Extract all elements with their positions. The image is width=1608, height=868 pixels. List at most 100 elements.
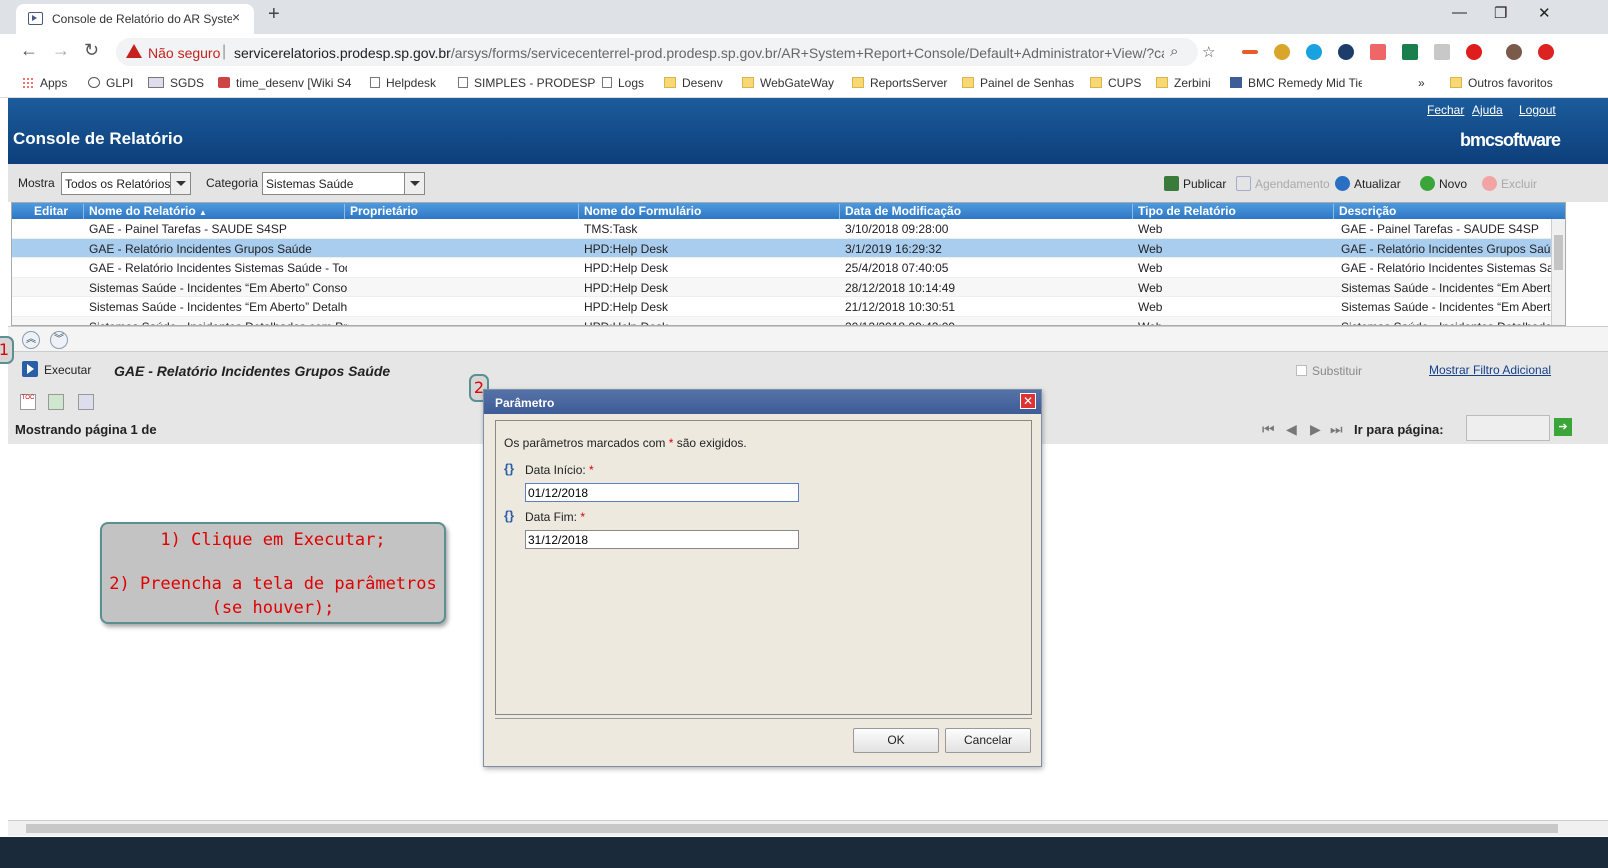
previous-page-icon[interactable]: ◀ <box>1286 421 1297 438</box>
scrollbar-thumb[interactable] <box>1554 235 1563 270</box>
category-select[interactable]: Sistemas Saúde <box>262 172 425 195</box>
last-page-icon[interactable]: ⏭ <box>1330 421 1343 438</box>
bookmark-apps[interactable]: Apps <box>22 76 67 90</box>
column-header-form[interactable]: Nome do Formulário <box>578 204 701 219</box>
bookmark-desenv[interactable]: Desenv <box>664 76 723 90</box>
instruction-step-2-note: (se houver); <box>211 598 335 618</box>
replace-checkbox[interactable] <box>1296 365 1307 376</box>
column-header-name[interactable]: Nome do Relatório ▲ <box>83 204 207 219</box>
extension-check-icon[interactable] <box>1274 44 1290 60</box>
bookmark-wiki[interactable]: time_desenv [Wiki S4 <box>218 76 351 90</box>
table-row[interactable]: Sistemas Saúde - Incidentes Detalhados c… <box>12 316 1552 325</box>
go-arrow-icon[interactable]: ➔ <box>1554 418 1572 436</box>
refresh-button[interactable]: Atualizar <box>1335 176 1401 191</box>
folder-icon <box>1450 77 1462 88</box>
publish-icon <box>1164 176 1179 191</box>
end-date-input[interactable] <box>525 530 799 549</box>
extension-play-icon[interactable] <box>1370 44 1386 60</box>
export-icon[interactable] <box>48 394 64 410</box>
column-header-date[interactable]: Data de Modificação <box>839 204 961 219</box>
refresh-icon <box>1335 176 1350 191</box>
start-date-input[interactable] <box>525 483 799 502</box>
new-tab-button[interactable]: + <box>268 3 280 26</box>
column-header-description[interactable]: Descrição <box>1333 204 1396 219</box>
extension-arrow-icon[interactable] <box>1242 50 1258 54</box>
scrollbar-thumb[interactable] <box>26 824 1558 833</box>
schedule-button[interactable]: Agendamento <box>1236 176 1330 191</box>
goto-page-input[interactable] <box>1466 415 1550 441</box>
reload-button[interactable]: ↻ <box>84 40 99 61</box>
table-row[interactable]: Sistemas Saúde - Incidentes “Em Aberto” … <box>12 277 1552 297</box>
forward-button[interactable]: → <box>52 40 70 61</box>
column-header-edit[interactable]: Editar <box>12 204 68 219</box>
table-row[interactable]: GAE - Relatório Incidentes Grupos Saúde H… <box>12 238 1552 258</box>
minimize-button[interactable]: — <box>1452 4 1467 21</box>
skype-icon[interactable] <box>1306 44 1322 60</box>
extension-s-icon[interactable] <box>1402 44 1418 60</box>
next-page-icon[interactable]: ▶ <box>1310 421 1321 438</box>
url-separator: | <box>222 43 227 60</box>
close-window-button[interactable]: ✕ <box>1538 4 1551 22</box>
security-warning[interactable]: Não seguro <box>148 45 220 61</box>
bookmark-webgateway[interactable]: WebGateWay <box>742 76 834 90</box>
url-text[interactable]: servicerelatorios.prodesp.sp.gov.br/arsy… <box>234 45 1164 61</box>
cell-desc: GAE - Relatório Incidentes Grupos Saúde <box>1341 241 1551 256</box>
execute-button[interactable]: Executar <box>44 363 91 377</box>
print-icon[interactable] <box>78 394 94 410</box>
table-scrollbar[interactable] <box>1551 219 1565 325</box>
profile-avatar[interactable] <box>1506 44 1522 60</box>
delete-button[interactable]: Excluir <box>1482 176 1537 191</box>
dialog-close-icon[interactable]: ✕ <box>1020 393 1036 409</box>
zoom-icon[interactable]: ⌕ <box>1170 43 1178 60</box>
help-link[interactable]: Ajuda <box>1472 103 1503 117</box>
collapse-up-button[interactable]: ︽ <box>22 331 40 349</box>
new-button[interactable]: Novo <box>1420 176 1467 191</box>
close-link[interactable]: Fechar <box>1427 103 1464 117</box>
bookmark-simples[interactable]: SIMPLES - PRODESP <box>458 76 595 90</box>
bookmark-other-favorites[interactable]: Outros favoritos <box>1450 76 1553 90</box>
browser-tab[interactable]: Console de Relatório do AR System × <box>16 4 254 34</box>
column-header-type[interactable]: Tipo de Relatório <box>1132 204 1236 219</box>
show-additional-filter-link[interactable]: Mostrar Filtro Adicional <box>1429 363 1551 377</box>
back-button[interactable]: ← <box>20 40 38 61</box>
first-page-icon[interactable]: ⏮ <box>1262 421 1275 438</box>
bookmark-helpdesk[interactable]: Helpdesk <box>370 76 436 90</box>
bookmark-painel-senhas[interactable]: Painel de Senhas <box>962 76 1074 90</box>
bookmark-cups[interactable]: CUPS <box>1090 76 1141 90</box>
toc-icon[interactable]: TOC <box>20 394 36 410</box>
bookmark-logs[interactable]: Logs <box>602 76 644 90</box>
category-label: Categoria <box>206 176 259 190</box>
tab-close-icon[interactable]: × <box>232 9 240 25</box>
horizontal-scrollbar[interactable] <box>8 820 1608 836</box>
publish-button[interactable]: Publicar <box>1164 176 1226 191</box>
bookmark-sgds[interactable]: SGDS <box>148 76 204 90</box>
bookmark-bmc-remedy[interactable]: BMC Remedy Mid Tie <box>1230 76 1362 90</box>
bookmarks-overflow-button[interactable]: » <box>1418 76 1425 90</box>
column-header-owner[interactable]: Proprietário <box>344 204 418 219</box>
maximize-button[interactable]: ❐ <box>1494 4 1507 22</box>
omnibox[interactable]: Não seguro | servicerelatorios.prodesp.s… <box>116 38 1215 66</box>
page-title: Console de Relatório <box>13 129 184 148</box>
cell-type: Web <box>1138 300 1163 314</box>
show-select[interactable]: Todos os Relatórios <box>61 172 191 195</box>
bookmark-zerbini[interactable]: Zerbini <box>1156 76 1211 90</box>
bookmark-glpi[interactable]: GLPI <box>88 76 133 90</box>
collapse-down-button[interactable]: ︾ <box>50 331 68 349</box>
cell-desc: GAE - Painel Tarefas - SAUDE S4SP <box>1341 222 1539 236</box>
selected-report-name: GAE - Relatório Incidentes Grupos Saúde <box>114 363 391 379</box>
bookmark-reportsserver[interactable]: ReportsServer <box>852 76 947 90</box>
table-row[interactable]: GAE - Painel Tarefas - SAUDE S4SP TMS:Tas… <box>12 219 1552 239</box>
play-icon[interactable] <box>22 361 38 377</box>
opera-icon[interactable] <box>1466 44 1482 60</box>
pdf-extension-icon[interactable] <box>1434 44 1450 60</box>
logout-link[interactable]: Logout <box>1519 103 1556 117</box>
extension-circle-icon[interactable] <box>1338 44 1354 60</box>
table-header: Editar Nome do Relatório ▲ Proprietário … <box>12 203 1565 219</box>
bookmark-star-icon[interactable]: ☆ <box>1202 43 1215 61</box>
cancel-button[interactable]: Cancelar <box>945 728 1031 753</box>
table-row[interactable]: GAE - Relatório Incidentes Sistemas Saúd… <box>12 258 1552 278</box>
ok-button[interactable]: OK <box>853 728 939 753</box>
table-row[interactable]: Sistemas Saúde - Incidentes “Em Aberto” … <box>12 297 1552 317</box>
update-icon[interactable] <box>1538 44 1554 60</box>
report-toolbar: Mostra Todos os Relatórios Categoria Sis… <box>8 164 1608 202</box>
